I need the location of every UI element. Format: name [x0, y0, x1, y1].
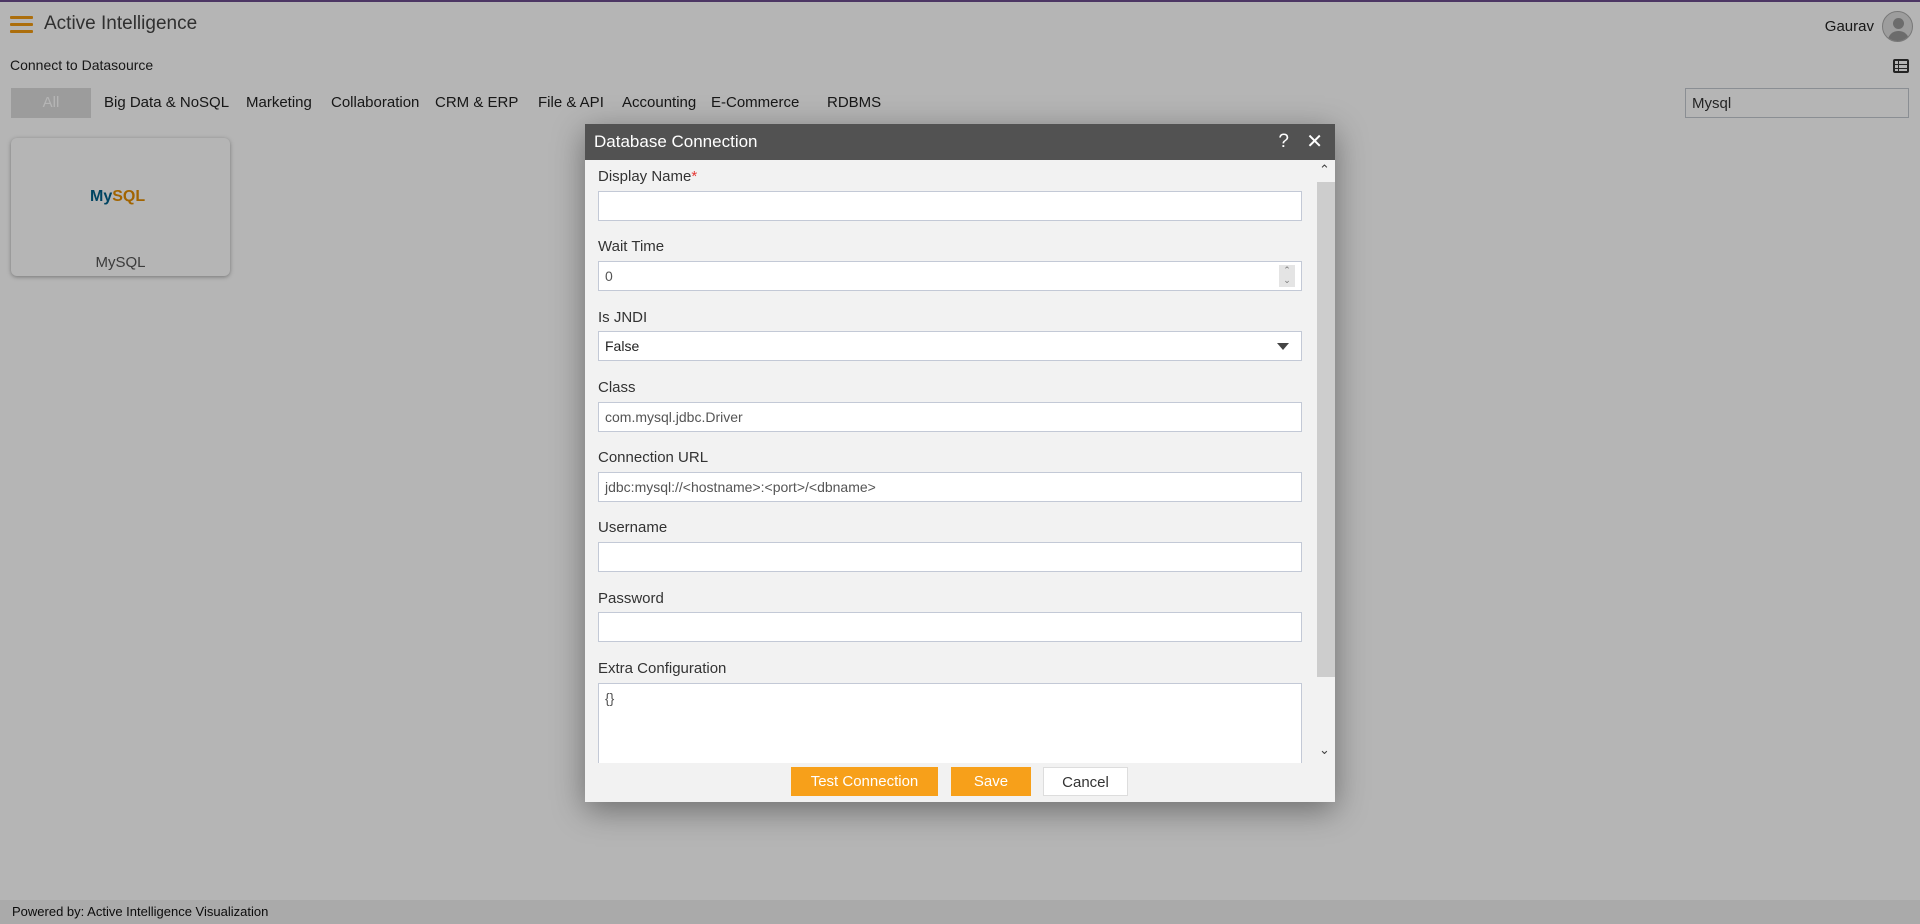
wait-time-field[interactable]: 0 ⌃ ⌄	[598, 261, 1302, 291]
connection-url-field[interactable]: jdbc:mysql://<hostname>:<port>/<dbname>	[598, 472, 1302, 502]
wait-time-label: Wait Time	[598, 238, 665, 255]
scroll-thumb[interactable]	[1317, 182, 1335, 677]
connection-url-label: Connection URL	[598, 449, 709, 466]
username-label: Username	[598, 519, 668, 536]
save-button[interactable]: Save	[951, 767, 1031, 796]
is-jndi-select[interactable]: False	[598, 331, 1302, 361]
dialog-scrollbar[interactable]: ⌃ ⌄	[1314, 160, 1335, 762]
test-connection-button[interactable]: Test Connection	[791, 767, 938, 796]
close-icon[interactable]: ✕	[1306, 124, 1323, 160]
number-stepper[interactable]: ⌃ ⌄	[1279, 265, 1295, 287]
class-label: Class	[598, 379, 636, 396]
display-name-label: Display Name*	[598, 168, 698, 185]
extra-configuration-label: Extra Configuration	[598, 660, 727, 677]
dropdown-caret-icon	[1277, 343, 1289, 350]
dialog-title: Database Connection	[594, 132, 758, 151]
display-name-field[interactable]	[598, 191, 1302, 221]
username-field[interactable]	[598, 542, 1302, 572]
scroll-up-icon[interactable]: ⌃	[1314, 162, 1335, 178]
cancel-button[interactable]: Cancel	[1043, 767, 1128, 796]
is-jndi-label: Is JNDI	[598, 309, 648, 326]
extra-configuration-textarea[interactable]: {}	[598, 683, 1302, 763]
database-connection-dialog: Database Connection ? ✕ ⌃ ⌄ Display Name…	[585, 124, 1335, 802]
dialog-header: Database Connection ? ✕	[585, 124, 1335, 160]
help-icon[interactable]: ?	[1278, 124, 1289, 160]
class-field[interactable]: com.mysql.jdbc.Driver	[598, 402, 1302, 432]
password-field[interactable]	[598, 612, 1302, 642]
scroll-down-icon[interactable]: ⌄	[1314, 742, 1335, 758]
password-label: Password	[598, 590, 664, 607]
